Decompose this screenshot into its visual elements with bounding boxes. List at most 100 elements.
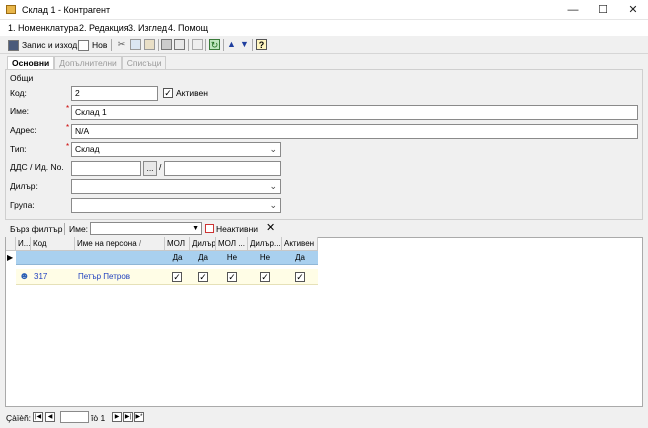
filter-name-label: Име:	[69, 224, 89, 234]
address-field[interactable]: N/A	[71, 124, 638, 139]
filter-cell-mol-2[interactable]: Не	[216, 251, 248, 265]
row-mol-checkbox[interactable]: ✓	[172, 272, 182, 282]
menu-view[interactable]: 3. Изглед	[128, 23, 167, 33]
next-record-button[interactable]: ▶	[112, 412, 122, 422]
toolbar-separator	[111, 39, 112, 51]
active-label: Активен	[176, 88, 208, 98]
filter-name-combo[interactable]: ▼	[90, 222, 202, 235]
inactive-toggle-button[interactable]: Неактивни	[205, 222, 258, 235]
table-row[interactable]	[16, 269, 318, 285]
filter-cell-dealer[interactable]: Да	[190, 251, 216, 265]
name-field[interactable]: Склад 1	[71, 105, 638, 120]
id-number-field[interactable]	[164, 161, 281, 176]
vat-browse-button[interactable]: ...	[143, 161, 157, 176]
row-mol-2-checkbox[interactable]: ✓	[227, 272, 237, 282]
clear-filter-icon[interactable]: ✕	[266, 221, 275, 234]
person-name-header-label: Име на персона	[77, 239, 137, 248]
toolbar-separator	[188, 39, 189, 51]
close-button[interactable]: ✕	[618, 0, 648, 20]
tab-additional[interactable]: Допълнителни	[54, 56, 122, 69]
copy-icon[interactable]	[130, 39, 141, 50]
filter-cell-active[interactable]: Да	[282, 251, 318, 265]
toolbar-separator	[223, 39, 224, 51]
column-header-icon[interactable]: И...	[16, 237, 31, 251]
required-marker: *	[66, 142, 70, 151]
print-preview-icon[interactable]	[174, 39, 185, 50]
current-row-arrow-icon: ▶	[7, 253, 14, 262]
required-marker: *	[66, 123, 70, 132]
dealer-label: Дилър:	[10, 181, 38, 191]
code-label: Код:	[10, 88, 27, 98]
window-title: Склад 1 - Контрагент	[22, 5, 111, 15]
filter-cell-dealer-2[interactable]: Не	[248, 251, 282, 265]
dealer-select[interactable]: ⌄	[71, 179, 281, 194]
inactive-label: Неактивни	[216, 223, 259, 234]
group-select[interactable]: ⌄	[71, 198, 281, 213]
arrow-down-icon[interactable]: ▼	[239, 39, 250, 50]
quick-filter-label: Бърз филтър	[10, 224, 63, 234]
dropdown-arrow-icon: ▼	[192, 225, 199, 232]
previous-record-button[interactable]: ◀	[45, 412, 55, 422]
vat-field[interactable]	[71, 161, 141, 176]
active-checkbox[interactable]: ✓	[163, 88, 173, 98]
row-dealer-checkbox[interactable]: ✓	[198, 272, 208, 282]
person-icon: ☻	[19, 271, 30, 282]
group-label: Група:	[10, 200, 35, 210]
row-active-checkbox[interactable]: ✓	[295, 272, 305, 282]
new-document-icon	[78, 39, 89, 51]
print-icon[interactable]	[161, 39, 172, 50]
menu-nomenclature[interactable]: 1. Номенклатура	[8, 23, 78, 33]
row-code[interactable]: 317	[34, 269, 47, 285]
type-label: Тип:	[10, 144, 27, 154]
column-header-active[interactable]: Активен	[282, 237, 318, 251]
type-select[interactable]: Склад ⌄	[71, 142, 281, 157]
column-header-code[interactable]: Код	[31, 237, 75, 251]
inactive-icon	[205, 224, 214, 233]
filter-separator	[64, 223, 65, 235]
column-header-person-name[interactable]: Име на персона /	[75, 237, 165, 251]
address-label: Адрес:	[10, 125, 37, 135]
code-field[interactable]: 2	[71, 86, 158, 101]
type-value: Склад	[75, 144, 100, 154]
paste-icon[interactable]	[144, 39, 155, 50]
tab-main[interactable]: Основни	[7, 56, 55, 69]
save-exit-button[interactable]: Запис и изход	[8, 38, 77, 52]
arrow-up-icon[interactable]: ▲	[226, 39, 237, 50]
minimize-button[interactable]: —	[558, 0, 588, 20]
column-header-dealer[interactable]: Дилър	[190, 237, 216, 251]
name-label: Име:	[10, 106, 30, 116]
row-person-name[interactable]: Петър Петров	[78, 269, 130, 285]
record-count-text: îò 1	[91, 413, 106, 423]
filter-cell-mol[interactable]: Да	[165, 251, 190, 265]
vat-separator: /	[159, 162, 162, 172]
help-icon[interactable]: ?	[256, 39, 267, 50]
sort-indicator: /	[138, 239, 142, 248]
vat-label: ДДС / Ид. No.	[10, 162, 64, 172]
refresh-icon[interactable]: ↻	[209, 39, 220, 50]
save-icon	[8, 39, 19, 51]
save-exit-label: Запис и изход	[22, 40, 78, 50]
menu-edit[interactable]: 2. Редакция	[79, 23, 129, 33]
record-label: Çàïèñ:	[6, 413, 32, 423]
toolbar-separator	[205, 39, 206, 51]
properties-icon[interactable]	[192, 39, 203, 50]
row-dealer-2-checkbox[interactable]: ✓	[260, 272, 270, 282]
first-record-button[interactable]: |◀	[33, 412, 43, 422]
column-header-dealer-2[interactable]: Дилър...	[248, 237, 282, 251]
cut-icon[interactable]: ✂	[116, 39, 127, 50]
toolbar-separator	[252, 39, 253, 51]
tab-lists[interactable]: Списъци	[121, 56, 167, 69]
new-record-button[interactable]: ▶*	[134, 412, 144, 422]
tab-strip: Основни Допълнителни Списъци	[7, 56, 167, 69]
column-header-mol-2[interactable]: МОЛ ...	[216, 237, 248, 251]
last-record-button[interactable]: ▶|	[123, 412, 133, 422]
maximize-button[interactable]: ☐	[588, 0, 618, 20]
group-title: Общи	[10, 73, 34, 83]
chevron-down-icon: ⌄	[269, 181, 277, 191]
record-number-field[interactable]	[60, 411, 89, 423]
column-header-mol[interactable]: МОЛ	[165, 237, 190, 251]
menu-help[interactable]: 4. Помощ	[168, 23, 208, 33]
chevron-down-icon: ⌄	[269, 200, 277, 210]
toolbar-separator	[158, 39, 159, 51]
new-button[interactable]: Нов	[78, 38, 107, 52]
